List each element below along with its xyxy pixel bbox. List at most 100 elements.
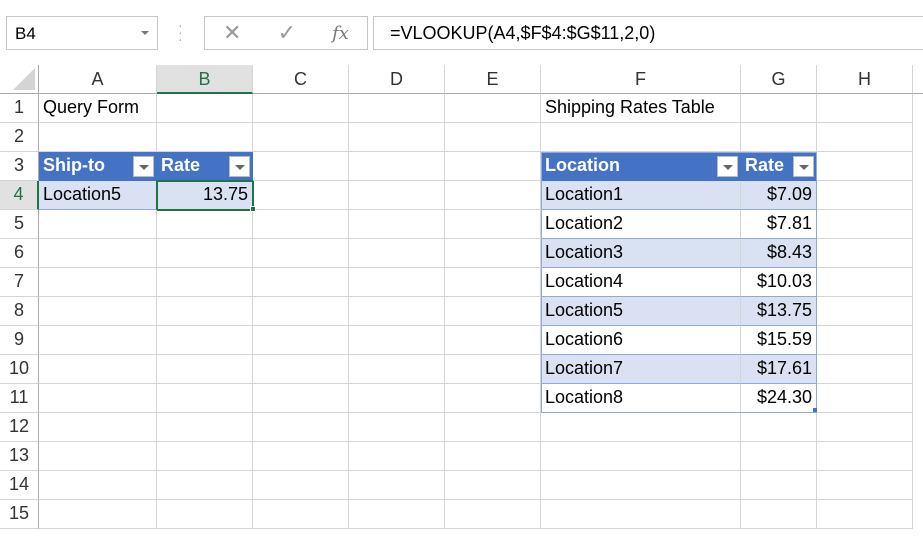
empty-cell[interactable] [445,413,541,442]
rate-value-cell[interactable]: $8.43 [741,239,817,268]
empty-cell[interactable] [349,355,445,384]
empty-cell[interactable] [157,500,253,529]
query-header-1[interactable]: Rate [157,152,253,181]
empty-cell[interactable] [349,210,445,239]
empty-cell[interactable] [817,384,913,413]
empty-cell[interactable] [445,384,541,413]
empty-cell[interactable] [157,355,253,384]
empty-cell[interactable] [157,471,253,500]
empty-cell[interactable] [445,239,541,268]
empty-cell[interactable] [157,384,253,413]
empty-cell[interactable] [157,326,253,355]
empty-cell[interactable] [157,442,253,471]
empty-cell[interactable] [253,326,349,355]
column-header-A[interactable]: A [39,65,157,94]
rate-cell[interactable]: 13.75 [156,180,254,211]
empty-cell[interactable] [39,355,157,384]
empty-cell[interactable] [253,471,349,500]
row-header-10[interactable]: 10 [0,355,39,384]
empty-cell[interactable] [157,123,253,152]
filter-dropdown-icon[interactable] [793,156,814,177]
empty-cell[interactable] [157,94,253,123]
query-header-0[interactable]: Ship-to [39,152,157,181]
rates-table-title[interactable]: Shipping Rates Table [541,94,741,123]
empty-cell[interactable] [741,442,817,471]
empty-cell[interactable] [253,94,349,123]
empty-cell[interactable] [817,123,913,152]
empty-cell[interactable] [157,413,253,442]
empty-cell[interactable] [39,413,157,442]
empty-cell[interactable] [253,413,349,442]
empty-cell[interactable] [817,326,913,355]
empty-cell[interactable] [817,268,913,297]
empty-cell[interactable] [253,384,349,413]
column-header-H[interactable]: H [817,65,913,94]
location-cell[interactable]: Location6 [541,326,741,355]
empty-cell[interactable] [817,471,913,500]
location-cell[interactable]: Location2 [541,210,741,239]
column-header-D[interactable]: D [349,65,445,94]
empty-cell[interactable] [349,268,445,297]
location-cell[interactable]: Location7 [541,355,741,384]
empty-cell[interactable] [157,210,253,239]
enter-icon[interactable]: ✓ [278,20,296,46]
rate-value-cell[interactable]: $24.30 [741,384,817,413]
empty-cell[interactable] [39,210,157,239]
empty-cell[interactable] [39,326,157,355]
empty-cell[interactable] [349,326,445,355]
empty-cell[interactable] [349,442,445,471]
empty-cell[interactable] [817,442,913,471]
rate-value-cell[interactable]: $13.75 [741,297,817,326]
empty-cell[interactable] [253,355,349,384]
empty-cell[interactable] [817,152,913,181]
empty-cell[interactable] [39,239,157,268]
empty-cell[interactable] [817,239,913,268]
empty-cell[interactable] [445,442,541,471]
empty-cell[interactable] [817,94,913,123]
row-header-3[interactable]: 3 [0,152,39,181]
row-header-4[interactable]: 4 [0,181,39,210]
rate-value-cell[interactable]: $7.09 [741,181,817,210]
row-header-14[interactable]: 14 [0,471,39,500]
empty-cell[interactable] [349,471,445,500]
select-all-button[interactable] [0,65,39,94]
empty-cell[interactable] [39,297,157,326]
column-header-extra[interactable] [913,65,923,94]
empty-cell[interactable] [39,268,157,297]
column-header-E[interactable]: E [445,65,541,94]
row-header-13[interactable]: 13 [0,442,39,471]
empty-cell[interactable] [741,123,817,152]
cancel-icon[interactable]: ✕ [223,20,241,46]
rate-value-cell[interactable]: $17.61 [741,355,817,384]
location-cell[interactable]: Location3 [541,239,741,268]
empty-cell[interactable] [39,442,157,471]
row-header-7[interactable]: 7 [0,268,39,297]
table-resize-handle[interactable] [813,408,817,412]
empty-cell[interactable] [253,123,349,152]
empty-cell[interactable] [253,239,349,268]
empty-cell[interactable] [253,500,349,529]
empty-cell[interactable] [445,355,541,384]
empty-cell[interactable] [445,297,541,326]
empty-cell[interactable] [741,471,817,500]
empty-cell[interactable] [445,500,541,529]
empty-cell[interactable] [541,413,741,442]
empty-cell[interactable] [349,500,445,529]
empty-cell[interactable] [349,297,445,326]
empty-cell[interactable] [349,123,445,152]
empty-cell[interactable] [349,152,445,181]
empty-cell[interactable] [349,413,445,442]
empty-cell[interactable] [253,210,349,239]
empty-cell[interactable] [39,384,157,413]
empty-cell[interactable] [253,181,349,210]
empty-cell[interactable] [39,500,157,529]
ship-to-cell[interactable]: Location5 [39,181,157,210]
empty-cell[interactable] [157,297,253,326]
row-header-5[interactable]: 5 [0,210,39,239]
empty-cell[interactable] [817,500,913,529]
empty-cell[interactable] [445,181,541,210]
empty-cell[interactable] [445,123,541,152]
empty-cell[interactable] [445,210,541,239]
empty-cell[interactable] [541,500,741,529]
location-cell[interactable]: Location1 [541,181,741,210]
